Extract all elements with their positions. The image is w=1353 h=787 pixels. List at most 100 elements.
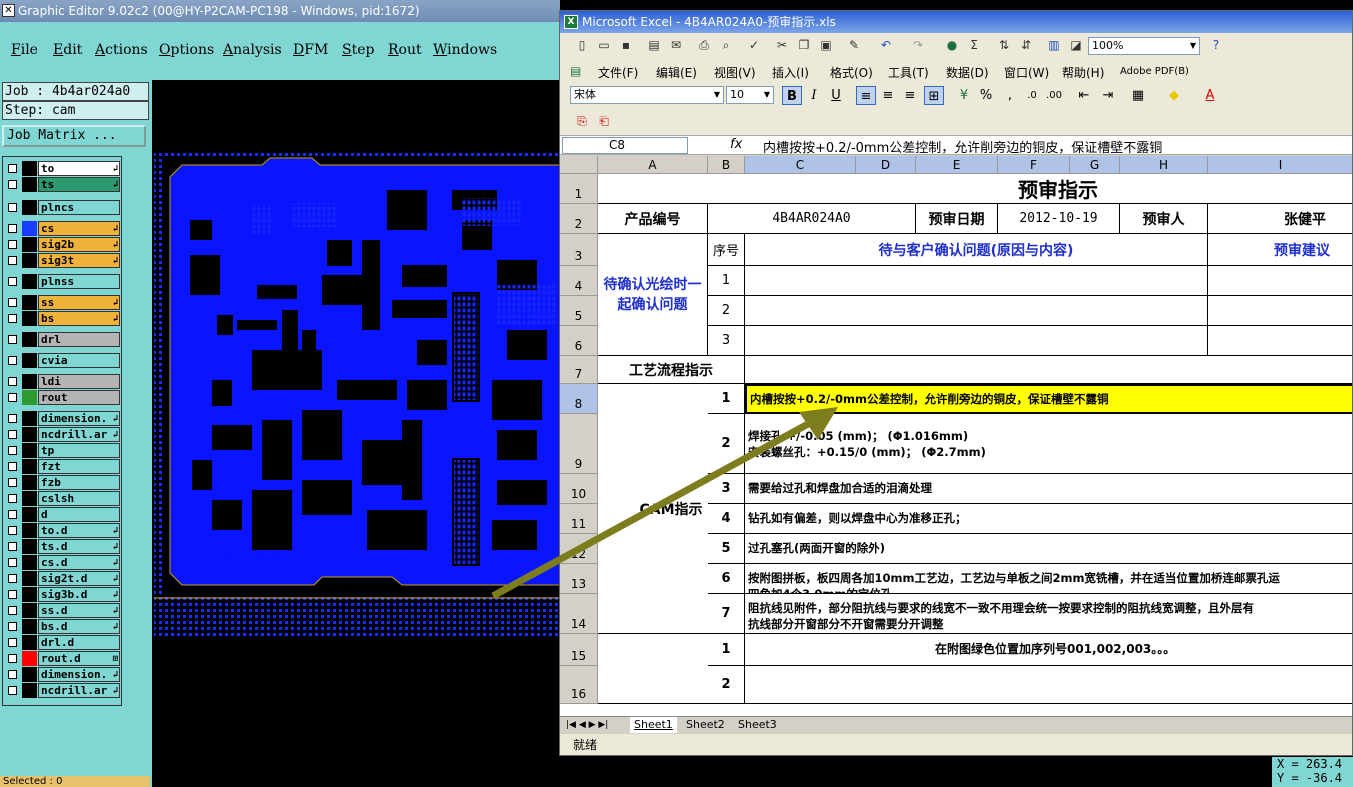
layer-row-bs[interactable]: bs ↲: [4, 311, 121, 326]
help-icon[interactable]: ?: [1208, 37, 1224, 53]
layer-row-sig3t[interactable]: sig3t ↲: [4, 253, 121, 268]
layer-color-swatch[interactable]: [22, 253, 37, 268]
date-value[interactable]: 2012-10-19: [998, 204, 1120, 234]
paste-icon[interactable]: ▣: [818, 37, 834, 53]
layer-color-swatch[interactable]: [22, 475, 37, 490]
redo-icon[interactable]: ↷: [910, 37, 926, 53]
layer-row-dimension[interactable]: dimension. ↲: [4, 667, 121, 682]
email-icon[interactable]: ✉: [668, 37, 684, 53]
currency-icon[interactable]: ¥: [954, 86, 974, 105]
cam-item-text[interactable]: 焊接孔 +/-0.05 (mm)； (Φ1.016mm) 安装螺丝孔：+0.15/…: [745, 414, 1352, 474]
layer-row-ss[interactable]: ss ↲: [4, 295, 121, 310]
layer-name[interactable]: sig3b.d ↲: [38, 587, 120, 602]
formula-input[interactable]: 内槽按按+0.2/-0mm公差控制，允许削旁边的铜皮，保证槽壁不露铜: [763, 137, 1162, 156]
hyperlink-icon[interactable]: ●: [944, 37, 960, 53]
sheet-title[interactable]: 预审指示: [598, 174, 1352, 204]
autosum-icon[interactable]: Σ: [966, 37, 982, 53]
layer-color-swatch[interactable]: [22, 603, 37, 618]
layer-row-fzt[interactable]: fzt: [4, 459, 121, 474]
row-header-9[interactable]: 9: [560, 414, 598, 474]
sheet-tab-sheet2[interactable]: Sheet2: [682, 717, 729, 733]
layer-color-swatch[interactable]: [22, 539, 37, 554]
excel-menu-item[interactable]: 格式(O): [830, 64, 873, 81]
layer-row-tod[interactable]: to.d ↲: [4, 523, 121, 538]
layer-row-sig3bd[interactable]: sig3b.d ↲: [4, 587, 121, 602]
spelling-icon[interactable]: ✓: [746, 37, 762, 53]
layer-color-swatch[interactable]: [22, 667, 37, 682]
layer-row-ncdrillar[interactable]: ncdrill.ar ↲: [4, 427, 121, 442]
layer-color-swatch[interactable]: [22, 200, 37, 215]
workbook-icon[interactable]: ▤: [570, 64, 581, 78]
row-header-6[interactable]: 6: [560, 326, 598, 356]
confirm-suggest-cell[interactable]: [1208, 326, 1352, 356]
new-icon[interactable]: ▯: [574, 37, 590, 53]
extra-item-text[interactable]: [745, 666, 1352, 704]
layer-color-swatch[interactable]: [22, 427, 37, 442]
layer-name[interactable]: fzb: [38, 475, 120, 490]
confirm-num[interactable]: 1: [708, 266, 745, 296]
layer-row-drl[interactable]: drl: [4, 332, 121, 347]
layer-row-tp[interactable]: tp: [4, 443, 121, 458]
layer-name[interactable]: to ↲: [38, 161, 120, 176]
editor-menu-step[interactable]: Step: [342, 42, 374, 58]
print-preview-icon[interactable]: ⌕: [718, 37, 734, 53]
fill-color-icon[interactable]: ◆: [1164, 86, 1184, 105]
layer-checkbox[interactable]: [8, 414, 17, 423]
zoom-select[interactable]: 100% ▼: [1088, 37, 1200, 55]
reviewer-value[interactable]: 张健平: [1208, 204, 1352, 234]
layer-checkbox[interactable]: [8, 478, 17, 487]
layer-checkbox[interactable]: [8, 377, 17, 386]
merge-center-icon[interactable]: ⊞: [924, 86, 944, 105]
row-header-7[interactable]: 7: [560, 356, 598, 384]
layer-color-swatch[interactable]: [22, 651, 37, 666]
extra-item-num[interactable]: 2: [708, 666, 745, 704]
row-header-14[interactable]: 14: [560, 594, 598, 634]
sheet-tab-sheet1[interactable]: Sheet1: [630, 717, 677, 733]
product-label[interactable]: 产品编号: [598, 204, 708, 234]
cam-item-num[interactable]: 5: [708, 534, 745, 564]
cam-item-text[interactable]: 钻孔如有偏差，则以焊盘中心为准移正孔；: [745, 504, 1352, 534]
editor-menu-dfm[interactable]: DFM: [293, 42, 328, 58]
layer-checkbox[interactable]: [8, 606, 17, 615]
italic-icon[interactable]: I: [804, 86, 824, 105]
layer-name[interactable]: d: [38, 507, 120, 522]
column-header-i[interactable]: I: [1208, 156, 1352, 174]
layer-checkbox[interactable]: [8, 670, 17, 679]
layer-name[interactable]: ts ↲: [38, 177, 120, 192]
font-name-select[interactable]: 宋体 ▼: [570, 86, 724, 104]
row-header-12[interactable]: 12: [560, 534, 598, 564]
layer-checkbox[interactable]: [8, 240, 17, 249]
layer-checkbox[interactable]: [8, 526, 17, 535]
editor-menu-actions[interactable]: Actions: [95, 42, 148, 58]
product-value[interactable]: 4B4AR024A0: [708, 204, 916, 234]
editor-menu-edit[interactable]: Edit: [53, 42, 82, 58]
excel-menu-item[interactable]: 帮助(H): [1062, 64, 1104, 81]
open-icon[interactable]: ▭: [596, 37, 612, 53]
excel-menu-item[interactable]: 视图(V): [714, 64, 756, 81]
editor-menu-analysis[interactable]: Analysis: [223, 42, 282, 58]
layer-checkbox[interactable]: [8, 298, 17, 307]
sheet-nav-icon[interactable]: |◀ ◀ ▶ ▶|: [566, 717, 608, 733]
layer-name[interactable]: ncdrill.ar ↲: [38, 683, 120, 698]
cam-item-text[interactable]: 需要给过孔和焊盘加合适的泪滴处理: [745, 474, 1352, 504]
layer-name[interactable]: fzt: [38, 459, 120, 474]
confirm-label[interactable]: 待确认光绘时一起确认问题: [598, 234, 708, 356]
layer-name[interactable]: dimension. ↲: [38, 667, 120, 682]
layer-row-bsd[interactable]: bs.d ↲: [4, 619, 121, 634]
row-header-16[interactable]: 16: [560, 666, 598, 704]
name-box[interactable]: C8: [562, 137, 688, 154]
layer-color-swatch[interactable]: [22, 332, 37, 347]
sort-asc-icon[interactable]: ⇅: [996, 37, 1012, 53]
cut-icon[interactable]: ✂: [774, 37, 790, 53]
layer-color-swatch[interactable]: [22, 507, 37, 522]
layer-color-swatch[interactable]: [22, 459, 37, 474]
confirm-issue-cell[interactable]: [745, 326, 1208, 356]
cam-item-text[interactable]: 阻抗线见附件，部分阻抗线与要求的线宽不一致不用理会统一按要求控制的阻抗线宽调整，…: [745, 594, 1352, 634]
layer-row-sig2td[interactable]: sig2t.d ↲: [4, 571, 121, 586]
layer-color-swatch[interactable]: [22, 587, 37, 602]
align-center-icon[interactable]: ≡: [878, 86, 898, 105]
layer-name[interactable]: bs ↲: [38, 311, 120, 326]
select-all-corner[interactable]: [560, 156, 598, 174]
layer-color-swatch[interactable]: [22, 571, 37, 586]
layer-row-rout[interactable]: rout: [4, 390, 121, 405]
